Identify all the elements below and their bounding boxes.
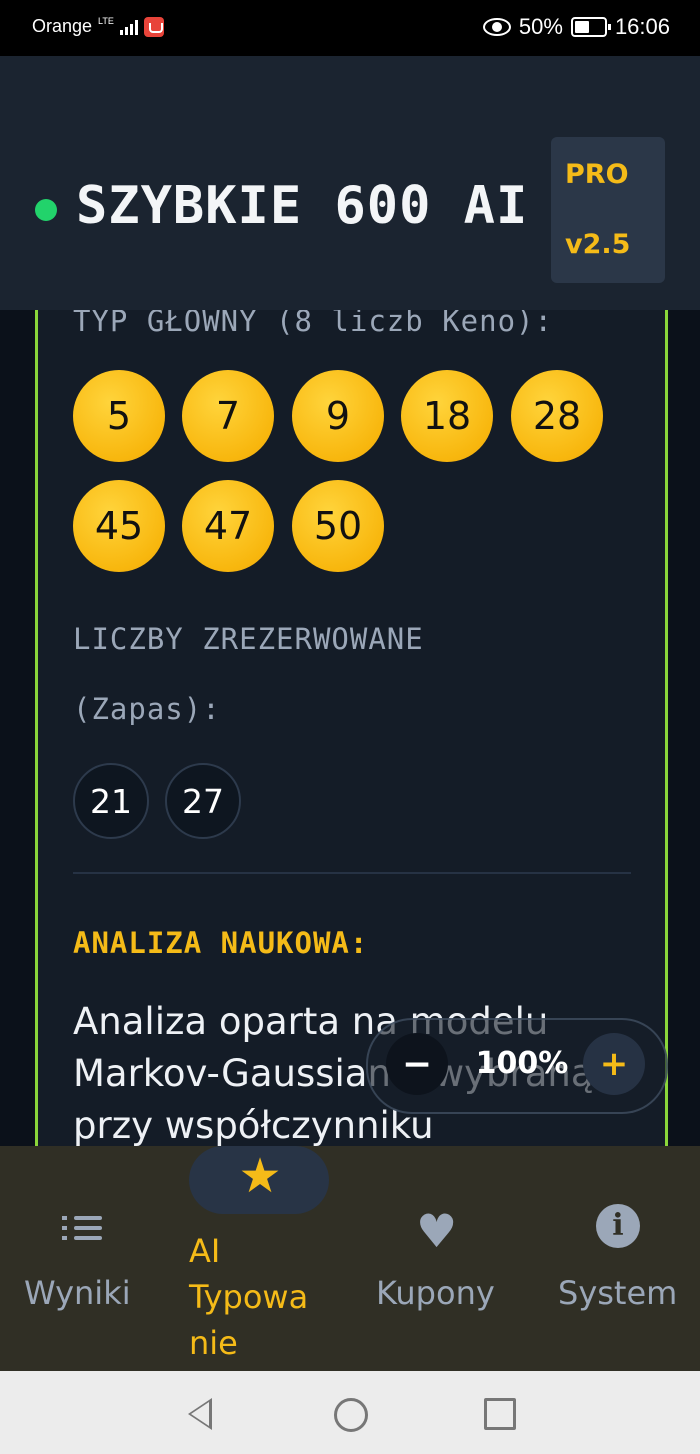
main-number-ball: 9 [292,370,384,462]
online-status-dot [35,199,57,221]
nav-item-kupony[interactable]: ♥ Kupony [360,1146,520,1371]
section-divider [73,872,631,874]
nav-label: Kupony [376,1274,495,1312]
main-number-ball: 7 [182,370,274,462]
zoom-out-button[interactable]: − [386,1033,448,1095]
main-number-ball: 5 [73,370,165,462]
heart-icon: ♥ [416,1204,458,1258]
main-number-ball: 50 [292,480,384,572]
clock: 16:06 [614,14,670,39]
info-icon: i [596,1204,640,1248]
star-icon: ★ [238,1148,282,1204]
nav-item-wyniki[interactable]: Wyniki [0,1146,160,1371]
bottom-navigation: Wyniki ★ AI Typowa nie ♥ Kupony i System [0,1146,700,1371]
main-number-ball: 28 [511,370,603,462]
nav-label: Wyniki [24,1274,131,1312]
carrier-name: Orange [32,16,93,36]
zoom-in-button[interactable]: + [583,1033,645,1095]
main-number-ball: 18 [401,370,493,462]
zoom-control: − 100% + [366,1018,668,1114]
version-badge: PRO v2.5 [551,137,665,283]
app-title: SZYBKIE 600 AI [76,176,529,236]
battery-icon [570,17,611,37]
reserve-number-ball: 27 [165,763,241,839]
reserve-numbers-sublabel: (Zapas): [73,692,221,726]
reserve-numbers-label: LICZBY ZREZERWOWANE [73,622,424,656]
analysis-title: ANALIZA NAUKOWA: [73,926,369,960]
nav-item-system[interactable]: i System [540,1146,700,1371]
battery-percent: 50% [518,14,563,39]
network-type: LTE [98,15,114,26]
home-icon[interactable] [334,1398,368,1432]
main-number-ball: 45 [73,480,165,572]
eye-comfort-icon [482,18,511,36]
system-navigation-bar [0,1371,700,1454]
badge-version-label: v2.5 [565,229,631,260]
list-icon [62,1216,102,1242]
nav-label: System [558,1274,678,1312]
recents-icon[interactable] [484,1398,516,1430]
zoom-level: 100% [475,1046,569,1081]
app-header: SZYBKIE 600 AI PRO v2.5 [0,56,700,310]
signal-icon [119,19,138,35]
status-bar: Orange LTE 50% 16:06 [0,0,700,56]
shopping-app-icon [143,16,164,37]
nav-label-active: AI Typowa nie [189,1232,309,1362]
back-icon[interactable] [188,1398,212,1430]
badge-pro-label: PRO [565,159,629,190]
main-number-ball: 47 [182,480,274,572]
reserve-number-ball: 21 [73,763,149,839]
